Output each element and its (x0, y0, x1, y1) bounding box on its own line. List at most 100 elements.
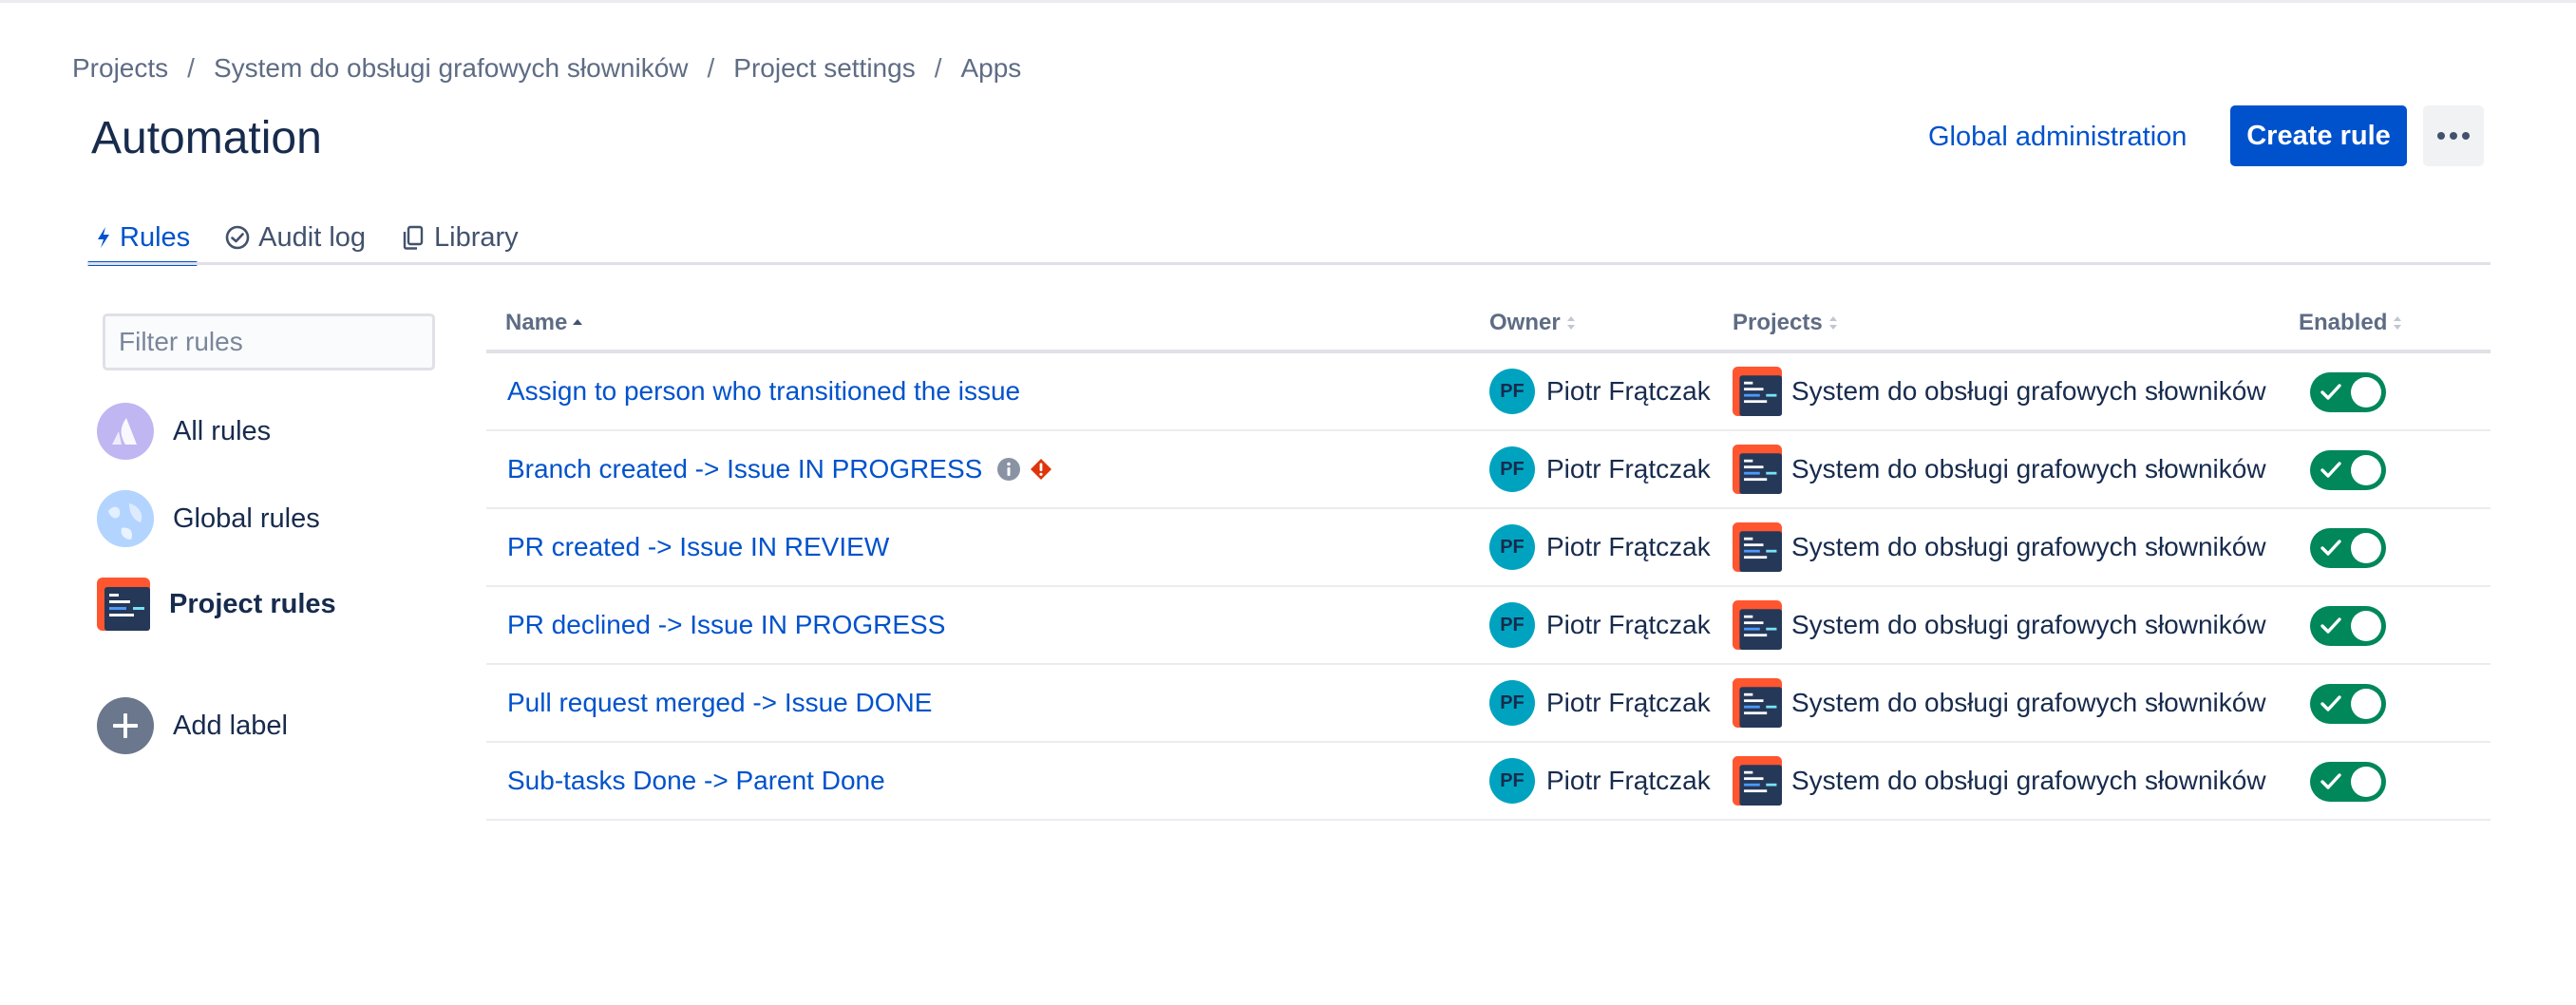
rule-name-link[interactable]: PR created -> Issue IN REVIEW (507, 509, 889, 585)
breadcrumb: Projects / System do obsługi grafowych s… (72, 49, 1021, 87)
avatar[interactable]: PF (1489, 602, 1535, 648)
project-icon (1733, 367, 1782, 416)
project-cell: System do obsługi grafowych słowników (1733, 509, 2266, 585)
rule-name-text: PR created -> Issue IN REVIEW (507, 532, 890, 561)
sidebar-item-label: Project rules (169, 588, 336, 619)
rule-name-link[interactable]: Assign to person who transitioned the is… (507, 353, 1020, 429)
rule-name-text: PR declined -> Issue IN PROGRESS (507, 610, 946, 639)
column-label: Enabled (2299, 310, 2388, 335)
column-label: Name (505, 310, 568, 335)
enabled-toggle[interactable] (2310, 684, 2386, 724)
toggle-knob (2351, 455, 2381, 485)
check-icon (2320, 617, 2341, 634)
breadcrumb-project[interactable]: System do obsługi grafowych słowników (214, 53, 689, 84)
check-icon (2320, 695, 2341, 711)
sidebar-item-label: Global rules (173, 502, 320, 534)
breadcrumb-separator: / (707, 53, 715, 83)
project-icon (97, 578, 150, 631)
add-label-text: Add label (173, 710, 288, 741)
avatar[interactable]: PF (1489, 446, 1535, 492)
avatar[interactable]: PF (1489, 758, 1535, 804)
owner-name: Piotr Frątczak (1546, 532, 1711, 561)
top-border (0, 0, 2576, 3)
tab-label: Library (434, 221, 519, 253)
column-header-name[interactable]: Name (505, 310, 584, 336)
sort-icon (1566, 316, 1575, 330)
error-icon[interactable] (1030, 458, 1052, 481)
check-icon (2320, 540, 2341, 556)
table-row: PR declined -> Issue IN PROGRESS PF Piot… (486, 587, 2491, 665)
breadcrumb-project-settings[interactable]: Project settings (733, 53, 915, 84)
sort-icon (1828, 316, 1837, 330)
add-label-button[interactable]: Add label (97, 697, 288, 754)
toggle-knob (2351, 533, 2381, 563)
project-cell: System do obsługi grafowych słowników (1733, 431, 2266, 507)
tab-label: Audit log (258, 221, 367, 253)
rule-name-link[interactable]: PR declined -> Issue IN PROGRESS (507, 587, 945, 663)
owner-cell: PF Piotr Frątczak (1489, 431, 1711, 507)
sidebar-item-project-rules[interactable]: Project rules (97, 578, 336, 631)
avatar[interactable]: PF (1489, 369, 1535, 414)
owner-cell: PF Piotr Frątczak (1489, 509, 1711, 585)
table-row: PR created -> Issue IN REVIEW PF Piotr F… (486, 509, 2491, 587)
sort-icon (2394, 316, 2402, 330)
project-cell: System do obsługi grafowych słowników (1733, 587, 2266, 663)
breadcrumb-apps[interactable]: Apps (960, 53, 1021, 84)
lightning-icon (98, 227, 109, 248)
filter-rules-input[interactable] (103, 313, 435, 370)
column-header-projects[interactable]: Projects (1733, 310, 1840, 336)
global-administration-link[interactable]: Global administration (1928, 118, 2187, 156)
tab-bar: Rules Audit log Library (87, 211, 545, 266)
project-name: System do obsługi grafowych słowników (1791, 766, 2266, 795)
tab-audit-log[interactable]: Audit log (217, 211, 373, 264)
toggle-knob (2351, 767, 2381, 797)
tab-divider (87, 262, 2491, 265)
tab-label: Rules (120, 221, 191, 253)
sort-ascending-icon (573, 319, 583, 325)
rule-name-link[interactable]: Sub-tasks Done -> Parent Done (507, 743, 885, 819)
table-row: Sub-tasks Done -> Parent Done PF Piotr F… (486, 743, 2491, 821)
sidebar-item-all-rules[interactable]: All rules (97, 403, 271, 460)
check-icon (2320, 462, 2341, 478)
column-label: Projects (1733, 310, 1823, 335)
more-icon (2437, 132, 2470, 140)
table-header: Name Owner Projects Enabled (486, 302, 2491, 353)
owner-name: Piotr Frątczak (1546, 688, 1711, 717)
owner-name: Piotr Frątczak (1546, 766, 1711, 795)
tab-library[interactable]: Library (392, 211, 526, 264)
project-icon (1733, 522, 1782, 572)
copy-icon (403, 225, 424, 250)
column-header-enabled[interactable]: Enabled (2299, 310, 2404, 336)
more-actions-button[interactable] (2423, 105, 2484, 166)
check-circle-icon (225, 225, 250, 250)
owner-name: Piotr Frątczak (1546, 610, 1711, 639)
rule-name-text: Sub-tasks Done -> Parent Done (507, 766, 885, 795)
toggle-knob (2351, 611, 2381, 641)
info-icon[interactable] (995, 456, 1022, 483)
avatar[interactable]: PF (1489, 680, 1535, 726)
project-cell: System do obsługi grafowych słowników (1733, 353, 2266, 429)
globe-icon (97, 490, 154, 547)
owner-cell: PF Piotr Frątczak (1489, 743, 1711, 819)
enabled-toggle[interactable] (2310, 606, 2386, 646)
create-rule-button[interactable]: Create rule (2230, 105, 2407, 166)
column-header-owner[interactable]: Owner (1489, 310, 1578, 336)
owner-cell: PF Piotr Frątczak (1489, 665, 1711, 741)
rule-name-link[interactable]: Pull request merged -> Issue DONE (507, 665, 932, 741)
project-icon (1733, 445, 1782, 494)
sidebar-item-label: All rules (173, 415, 272, 446)
project-icon (1733, 756, 1782, 806)
breadcrumb-projects[interactable]: Projects (72, 53, 168, 84)
enabled-toggle[interactable] (2310, 372, 2386, 412)
page-title: Automation (91, 113, 322, 163)
sidebar-item-global-rules[interactable]: Global rules (97, 490, 320, 547)
table-row: Assign to person who transitioned the is… (486, 353, 2491, 431)
project-icon (1733, 600, 1782, 650)
enabled-toggle[interactable] (2310, 528, 2386, 568)
enabled-toggle[interactable] (2310, 762, 2386, 802)
tab-rules[interactable]: Rules (87, 211, 199, 266)
rule-name-text: Branch created -> Issue IN PROGRESS (507, 454, 983, 484)
rule-name-link[interactable]: Branch created -> Issue IN PROGRESS (507, 431, 1052, 507)
enabled-toggle[interactable] (2310, 450, 2386, 490)
avatar[interactable]: PF (1489, 524, 1535, 570)
